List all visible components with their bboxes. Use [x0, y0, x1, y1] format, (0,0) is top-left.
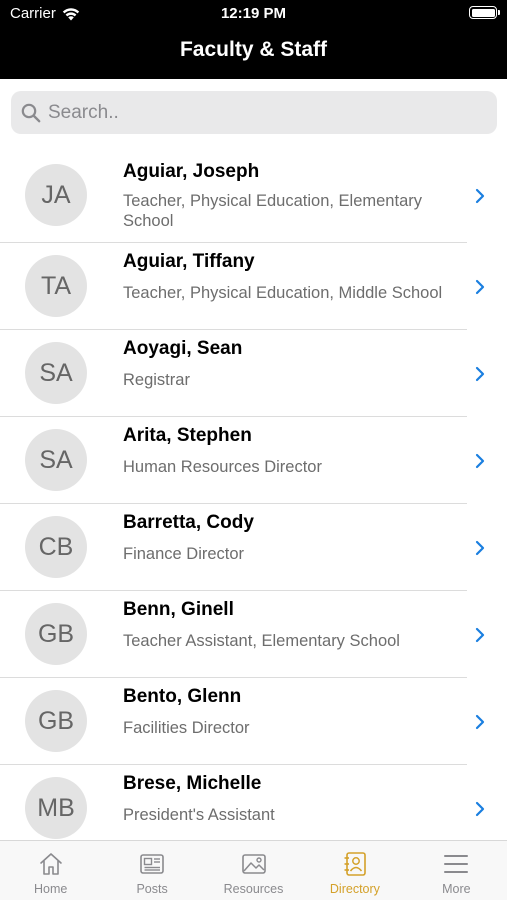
list-item[interactable]: MB Brese, Michelle President's Assistant	[0, 765, 507, 852]
list-item[interactable]: SA Arita, Stephen Human Resources Direct…	[0, 417, 507, 504]
home-icon	[39, 853, 62, 875]
battery-icon	[469, 6, 500, 19]
list-item[interactable]: JA Aguiar, Joseph Teacher, Physical Educ…	[0, 152, 507, 243]
newspaper-icon	[140, 854, 164, 874]
avatar: TA	[25, 255, 87, 317]
tab-label: More	[442, 882, 471, 896]
chevron-right-icon	[475, 188, 485, 204]
person-name: Aguiar, Joseph	[123, 161, 260, 182]
person-role: President's Assistant	[123, 806, 275, 824]
search-bar[interactable]	[11, 91, 497, 134]
avatar: JA	[25, 164, 87, 226]
chevron-right-icon	[475, 801, 485, 817]
tab-label: Directory	[329, 882, 380, 896]
image-icon	[241, 854, 266, 874]
person-role: Teacher, Physical Education, Elementary …	[123, 192, 422, 230]
page-title: Faculty & Staff	[179, 38, 328, 61]
list-item[interactable]: GB Benn, Ginell Teacher Assistant, Eleme…	[0, 591, 507, 678]
menu-icon	[444, 855, 469, 873]
tab-more[interactable]: More	[406, 841, 507, 900]
chevron-right-icon	[475, 366, 485, 382]
avatar: CB	[25, 516, 87, 578]
person-role: Human Resources Director	[123, 458, 322, 476]
chevron-right-icon	[475, 540, 485, 556]
search-icon	[21, 103, 41, 122]
tab-posts[interactable]: Posts	[101, 841, 202, 900]
person-role: Teacher Assistant, Elementary School	[123, 632, 400, 650]
person-name: Aoyagi, Sean	[123, 338, 243, 359]
list-item[interactable]: CB Barretta, Cody Finance Director	[0, 504, 507, 591]
chevron-right-icon	[475, 279, 485, 295]
avatar: SA	[25, 342, 87, 404]
tab-label: Resources	[223, 882, 284, 896]
person-name: Arita, Stephen	[123, 425, 252, 446]
person-role: Teacher, Physical Education, Middle Scho…	[123, 284, 443, 302]
list-item[interactable]: SA Aoyagi, Sean Registrar	[0, 330, 507, 417]
avatar: GB	[25, 603, 87, 665]
person-role: Facilities Director	[123, 719, 250, 737]
status-bar: Carrier 12:19 PM	[0, 0, 507, 30]
chevron-right-icon	[475, 453, 485, 469]
tab-label: Home	[34, 882, 68, 896]
person-name: Benn, Ginell	[123, 599, 234, 620]
chevron-right-icon	[475, 627, 485, 643]
tab-bar: Home Posts Resources Directory More	[0, 840, 507, 900]
clock: 12:19 PM	[220, 5, 287, 22]
tab-directory[interactable]: Directory	[304, 841, 405, 900]
list-item[interactable]: TA Aguiar, Tiffany Teacher, Physical Edu…	[0, 243, 507, 330]
contact-card-icon	[344, 852, 366, 876]
directory-list: JA Aguiar, Joseph Teacher, Physical Educ…	[0, 152, 507, 852]
person-name: Barretta, Cody	[123, 512, 254, 533]
avatar: GB	[25, 690, 87, 752]
avatar: SA	[25, 429, 87, 491]
tab-resources[interactable]: Resources	[203, 841, 304, 900]
person-role: Finance Director	[123, 545, 245, 563]
tab-label: Posts	[136, 882, 168, 896]
list-item[interactable]: GB Bento, Glenn Facilities Director	[0, 678, 507, 765]
person-role: Registrar	[123, 371, 190, 389]
person-name: Brese, Michelle	[123, 773, 262, 794]
person-name: Bento, Glenn	[123, 686, 242, 707]
chevron-right-icon	[475, 714, 485, 730]
person-name: Aguiar, Tiffany	[123, 251, 255, 272]
tab-home[interactable]: Home	[0, 841, 101, 900]
navigation-header: Carrier 12:19 PM Faculty & Staff	[0, 0, 507, 79]
search-input[interactable]	[48, 101, 468, 124]
avatar: MB	[25, 777, 87, 839]
